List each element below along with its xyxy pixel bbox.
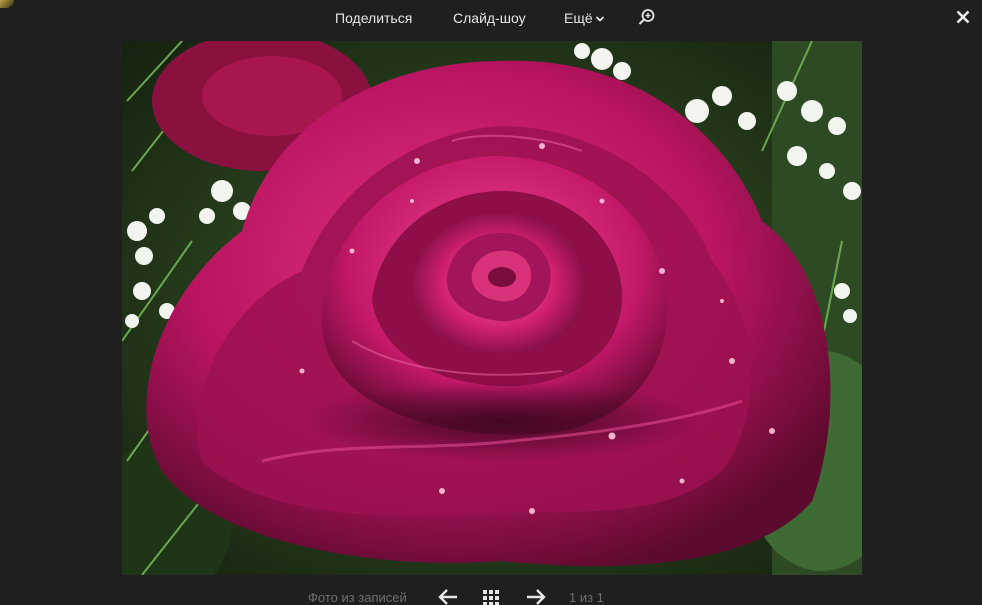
rose-photo [122, 41, 862, 575]
photo-counter: 1 из 1 [569, 590, 604, 605]
grid-icon[interactable] [482, 587, 500, 605]
rose-image [122, 41, 862, 575]
zoom-in-icon[interactable] [638, 8, 656, 26]
source-link[interactable]: Фото из записей [308, 590, 407, 605]
photo-viewer: Поделиться Слайд-шоу Ещё Фото из записей… [0, 0, 982, 605]
slideshow-button[interactable]: Слайд-шоу [453, 10, 526, 26]
close-icon[interactable] [955, 9, 971, 25]
viewer-toolbar: Поделиться Слайд-шоу Ещё [0, 0, 982, 36]
viewer-footer: Фото из записей 1 из 1 [0, 580, 982, 605]
arrow-right-icon[interactable] [525, 587, 547, 605]
arrow-left-icon[interactable] [437, 587, 459, 605]
more-label: Ещё [564, 10, 593, 26]
chevron-down-icon [595, 16, 604, 22]
share-button[interactable]: Поделиться [335, 10, 412, 26]
more-button[interactable]: Ещё [564, 10, 605, 26]
